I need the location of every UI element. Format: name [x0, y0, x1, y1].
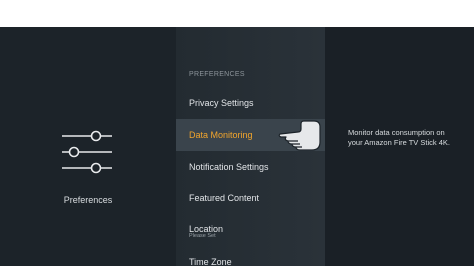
menu-item-notification-settings[interactable]: Notification Settings: [176, 151, 325, 183]
menu-item-featured-content[interactable]: Featured Content: [176, 182, 325, 214]
sliders-icon: [62, 130, 112, 174]
menu-item-location[interactable]: Location Please Set: [176, 213, 325, 245]
menu-item-time-zone[interactable]: Time Zone: [176, 246, 325, 266]
menu-item-label: Featured Content: [189, 193, 260, 203]
menu-item-label: Notification Settings: [189, 162, 269, 172]
menu-item-label: Data Monitoring: [189, 130, 253, 140]
menu-item-label: Time Zone: [189, 257, 232, 266]
description-panel: Monitor data consumption on your Amazon …: [325, 27, 474, 266]
menu-item-label: Privacy Settings: [189, 98, 254, 108]
menu-header: PREFERENCES: [189, 71, 245, 78]
preferences-menu: PREFERENCES Privacy Settings Data Monito…: [176, 27, 325, 266]
tv-settings-screen: Preferences PREFERENCES Privacy Settings…: [0, 27, 474, 266]
category-panel: Preferences: [0, 27, 176, 266]
item-description: Monitor data consumption on your Amazon …: [348, 128, 450, 147]
menu-item-data-monitoring[interactable]: Data Monitoring: [176, 119, 325, 151]
menu-item-sublabel: Please Set: [189, 233, 216, 239]
category-title: Preferences: [63, 195, 113, 205]
pointing-hand-icon: [278, 120, 321, 151]
menu-item-privacy-settings[interactable]: Privacy Settings: [176, 87, 325, 119]
